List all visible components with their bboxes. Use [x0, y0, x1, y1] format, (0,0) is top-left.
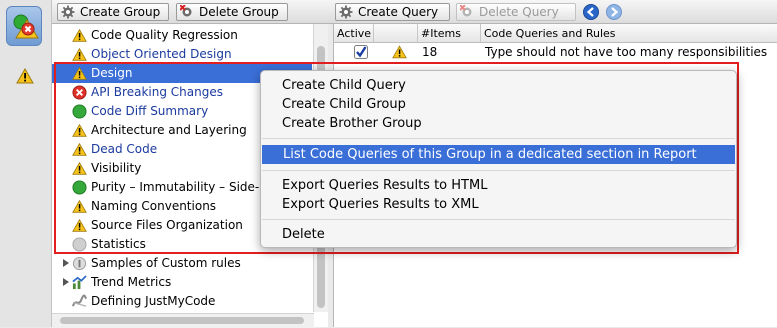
menu-item-export-html[interactable]: Export Queries Results to HTML [261, 176, 736, 195]
gear-icon [339, 5, 353, 19]
column-header-active[interactable]: Active [334, 24, 374, 43]
create-group-button[interactable]: Create Group [57, 3, 169, 21]
delete-gear-icon [180, 5, 192, 17]
warning-icon [72, 28, 87, 42]
menu-item-list-queries-in-report[interactable]: List Code Queries of this Group in a ded… [262, 145, 735, 164]
left-tool-strip [0, 0, 52, 327]
rules-status-icon [13, 14, 39, 39]
menu-separator [262, 138, 735, 139]
tree-hscroll-thumb[interactable] [60, 317, 304, 324]
trend-icon [72, 275, 87, 290]
menu-item-export-xml[interactable]: Export Queries Results to XML [261, 195, 736, 214]
samples-icon [72, 256, 87, 271]
create-group-label: Create Group [80, 5, 161, 19]
delete-gear-icon [460, 5, 472, 17]
create-query-button[interactable]: Create Query [335, 3, 450, 21]
expand-triangle-icon[interactable] [63, 259, 69, 267]
warning-icon[interactable] [16, 68, 34, 84]
tree-item-label: Defining JustMyCode [91, 294, 216, 308]
column-header-items[interactable]: #Items [418, 24, 481, 43]
tree-item[interactable]: Trend Metrics [52, 273, 312, 292]
delete-query-label: Delete Query [479, 5, 559, 19]
forward-arrow-icon[interactable] [606, 4, 622, 20]
checkbox-checked-icon[interactable] [354, 45, 368, 59]
create-query-label: Create Query [358, 5, 439, 19]
table-scroll-area [764, 267, 777, 327]
query-toolbar: Create Query Delete Query [330, 0, 777, 24]
menu-item-create-child-group[interactable]: Create Child Group [261, 95, 736, 114]
group-toolbar: Create Group Delete Group [52, 0, 330, 24]
table-row[interactable]: 18 Type should not have too many respons… [334, 43, 777, 61]
menu-separator [262, 170, 735, 171]
column-header-rules[interactable]: Code Queries and Rules [481, 24, 777, 43]
menu-item-delete[interactable]: Delete [261, 225, 736, 244]
warning-icon [72, 47, 87, 61]
forward-arrow-glyph [611, 7, 619, 17]
warning-icon [392, 45, 407, 59]
row-items-count: 18 [422, 45, 438, 59]
menu-item-create-brother-group[interactable]: Create Brother Group [261, 114, 736, 133]
tree-item-label: Samples of Custom rules [91, 256, 241, 270]
menu-separator [262, 219, 735, 220]
tree-item[interactable]: Defining JustMyCode [52, 292, 312, 311]
delete-query-button[interactable]: Delete Query [456, 3, 576, 21]
tree-item-label: Code Quality Regression [91, 28, 238, 42]
menu-item-create-child-query[interactable]: Create Child Query [261, 76, 736, 95]
rules-panel-button[interactable] [6, 6, 42, 46]
back-arrow-glyph [586, 7, 594, 17]
expand-triangle-icon[interactable] [63, 278, 69, 286]
tree-item-label: Trend Metrics [91, 275, 172, 289]
back-arrow-icon[interactable] [583, 4, 599, 20]
delete-group-label: Delete Group [199, 5, 279, 19]
row-rule-name[interactable]: Type should not have too many responsibi… [485, 43, 767, 61]
delete-group-button[interactable]: Delete Group [176, 3, 288, 21]
column-header-status[interactable] [374, 24, 418, 43]
context-menu: Create Child Query Create Child Group Cr… [260, 70, 737, 248]
tree-item[interactable]: Code Quality Regression [52, 26, 312, 45]
tree-horizontal-scrollbar[interactable] [52, 313, 314, 328]
tree-item[interactable]: Samples of Custom rules [52, 254, 312, 273]
justmycode-icon [72, 294, 87, 307]
gear-icon [61, 5, 75, 19]
